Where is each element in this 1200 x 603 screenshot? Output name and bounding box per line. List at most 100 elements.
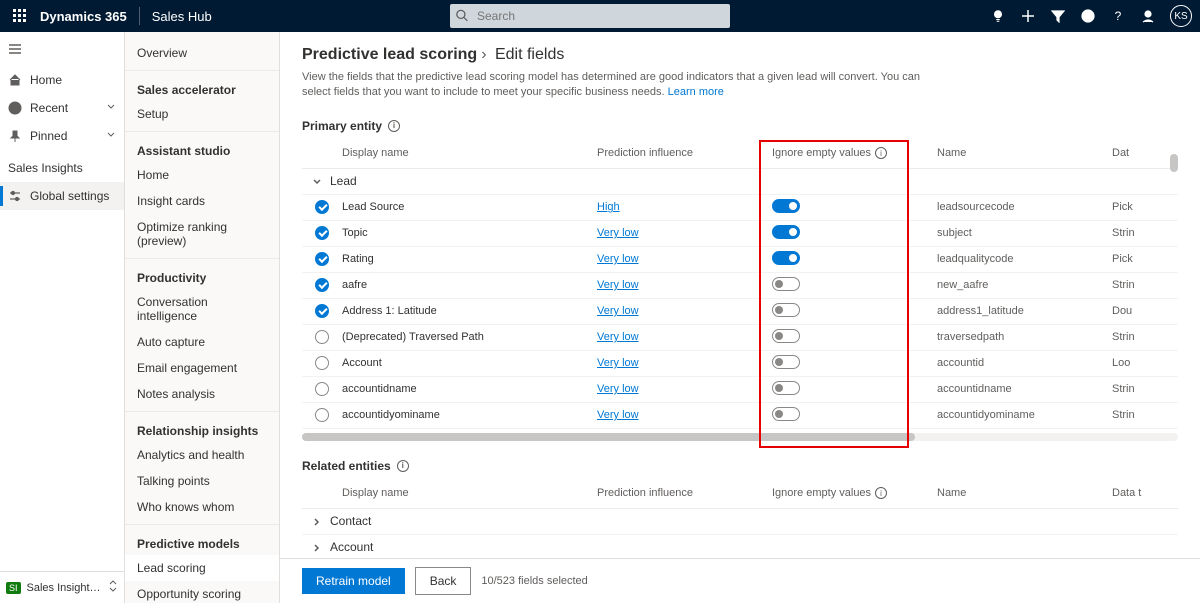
page-description: View the fields that the predictive lead… xyxy=(302,70,942,101)
back-button[interactable]: Back xyxy=(415,567,472,595)
home-icon xyxy=(8,73,22,87)
row-checkbox[interactable] xyxy=(315,304,329,318)
sidebar-item[interactable]: Conversation intelligence xyxy=(125,289,279,329)
ignore-empty-toggle[interactable] xyxy=(772,329,800,343)
row-checkbox[interactable] xyxy=(315,356,329,370)
learn-more-link[interactable]: Learn more xyxy=(668,86,724,98)
nav-pinned[interactable]: Pinned xyxy=(0,122,124,150)
breadcrumb-current: Edit fields xyxy=(495,46,564,63)
sidebar-item[interactable]: Talking points xyxy=(125,468,279,494)
footer-bar: Retrain model Back 10/523 fields selecte… xyxy=(280,558,1200,603)
field-name: subject xyxy=(937,227,1112,239)
avatar[interactable]: KS xyxy=(1170,5,1192,27)
ignore-empty-toggle[interactable] xyxy=(772,355,800,369)
gear-icon[interactable] xyxy=(1080,8,1096,24)
ignore-empty-toggle[interactable] xyxy=(772,303,800,317)
field-name: traversedpath xyxy=(937,331,1112,343)
sidebar-item[interactable]: Lead scoring xyxy=(125,555,279,581)
ignore-empty-toggle[interactable] xyxy=(772,407,800,421)
row-checkbox[interactable] xyxy=(315,252,329,266)
chevron-down-icon xyxy=(106,129,116,143)
row-checkbox[interactable] xyxy=(315,226,329,240)
row-checkbox[interactable] xyxy=(315,200,329,214)
field-name: accountidyominame xyxy=(937,409,1112,421)
influence-link[interactable]: Very low xyxy=(597,305,639,317)
field-type: Strin xyxy=(1112,409,1182,421)
nav-global-settings[interactable]: Global settings xyxy=(0,182,124,210)
lightbulb-icon[interactable] xyxy=(990,8,1006,24)
info-icon[interactable]: i xyxy=(875,147,887,159)
field-name: address1_latitude xyxy=(937,305,1112,317)
sidebar-group: Sales accelerator xyxy=(125,75,279,101)
search-icon xyxy=(456,9,469,23)
filter-icon[interactable] xyxy=(1050,8,1066,24)
entity-row[interactable]: Contact xyxy=(302,509,1178,535)
ignore-empty-toggle[interactable] xyxy=(772,199,800,213)
nav-recent[interactable]: Recent xyxy=(0,94,124,122)
sidebar-item[interactable]: Email engagement xyxy=(125,355,279,381)
sidebar-overview[interactable]: Overview xyxy=(125,40,279,66)
field-row: Account Very low accountid Loo xyxy=(302,351,1178,377)
sidebar-item[interactable]: Opportunity scoring xyxy=(125,581,279,603)
col-display: Display name xyxy=(342,147,597,159)
field-type: Strin xyxy=(1112,331,1182,343)
ignore-empty-toggle[interactable] xyxy=(772,225,800,239)
help-icon[interactable]: ? xyxy=(1110,8,1126,24)
sidebar-item[interactable]: Home xyxy=(125,162,279,188)
nav-section-sales-insights: Sales Insights xyxy=(0,154,124,182)
sidebar-item[interactable]: Analytics and health xyxy=(125,442,279,468)
breadcrumb-root[interactable]: Predictive lead scoring xyxy=(302,46,477,63)
sidebar-item[interactable]: Optimize ranking (preview) xyxy=(125,214,279,254)
app-name: Dynamics 365 xyxy=(40,9,127,24)
row-checkbox[interactable] xyxy=(315,408,329,422)
ignore-empty-toggle[interactable] xyxy=(772,277,800,291)
sidebar-group: Predictive models xyxy=(125,529,279,555)
influence-link[interactable]: Very low xyxy=(597,383,639,395)
field-row: Topic Very low subject Strin xyxy=(302,221,1178,247)
row-checkbox[interactable] xyxy=(315,278,329,292)
field-display-name: (Deprecated) Traversed Path xyxy=(342,331,597,343)
field-display-name: Rating xyxy=(342,253,597,265)
chevron-down-icon xyxy=(312,176,322,186)
field-display-name: Address 1: Latitude xyxy=(342,305,597,317)
plus-icon[interactable] xyxy=(1020,8,1036,24)
hamburger-icon[interactable] xyxy=(0,32,124,66)
influence-link[interactable]: Very low xyxy=(597,227,639,239)
rail-footer[interactable]: SI Sales Insights sett… xyxy=(0,571,124,603)
info-icon[interactable]: i xyxy=(875,487,887,499)
influence-link[interactable]: Very low xyxy=(597,409,639,421)
influence-link[interactable]: Very low xyxy=(597,357,639,369)
sidebar-item[interactable]: Setup xyxy=(125,101,279,127)
influence-link[interactable]: High xyxy=(597,201,620,213)
row-checkbox[interactable] xyxy=(315,330,329,344)
entity-row[interactable]: Account xyxy=(302,535,1178,558)
sidebar-item[interactable]: Notes analysis xyxy=(125,381,279,407)
assistant-icon[interactable] xyxy=(1140,8,1156,24)
field-type: Strin xyxy=(1112,227,1182,239)
influence-link[interactable]: Very low xyxy=(597,279,639,291)
field-row: aafre Very low new_aafre Strin xyxy=(302,273,1178,299)
col-type: Data t xyxy=(1112,487,1182,499)
ignore-empty-toggle[interactable] xyxy=(772,381,800,395)
influence-link[interactable]: Very low xyxy=(597,331,639,343)
influence-link[interactable]: Very low xyxy=(597,253,639,265)
sidebar-item[interactable]: Who knows whom xyxy=(125,494,279,520)
search-input[interactable] xyxy=(475,8,724,24)
entity-row-lead[interactable]: Lead xyxy=(302,169,1178,195)
vertical-scrollbar[interactable] xyxy=(1170,154,1178,172)
col-influence: Prediction influence xyxy=(597,147,772,159)
row-checkbox[interactable] xyxy=(315,382,329,396)
info-icon[interactable]: i xyxy=(388,120,400,132)
search-box[interactable] xyxy=(450,4,730,28)
horizontal-scrollbar[interactable] xyxy=(302,433,1178,441)
sidebar-item[interactable]: Insight cards xyxy=(125,188,279,214)
field-name: accountidname xyxy=(937,383,1112,395)
field-name: leadsourcecode xyxy=(937,201,1112,213)
sidebar-item[interactable]: Auto capture xyxy=(125,329,279,355)
ignore-empty-toggle[interactable] xyxy=(772,251,800,265)
retrain-button[interactable]: Retrain model xyxy=(302,568,405,594)
field-type: Pick xyxy=(1112,201,1182,213)
app-launcher-icon[interactable] xyxy=(8,9,32,23)
info-icon[interactable]: i xyxy=(397,460,409,472)
nav-home[interactable]: Home xyxy=(0,66,124,94)
